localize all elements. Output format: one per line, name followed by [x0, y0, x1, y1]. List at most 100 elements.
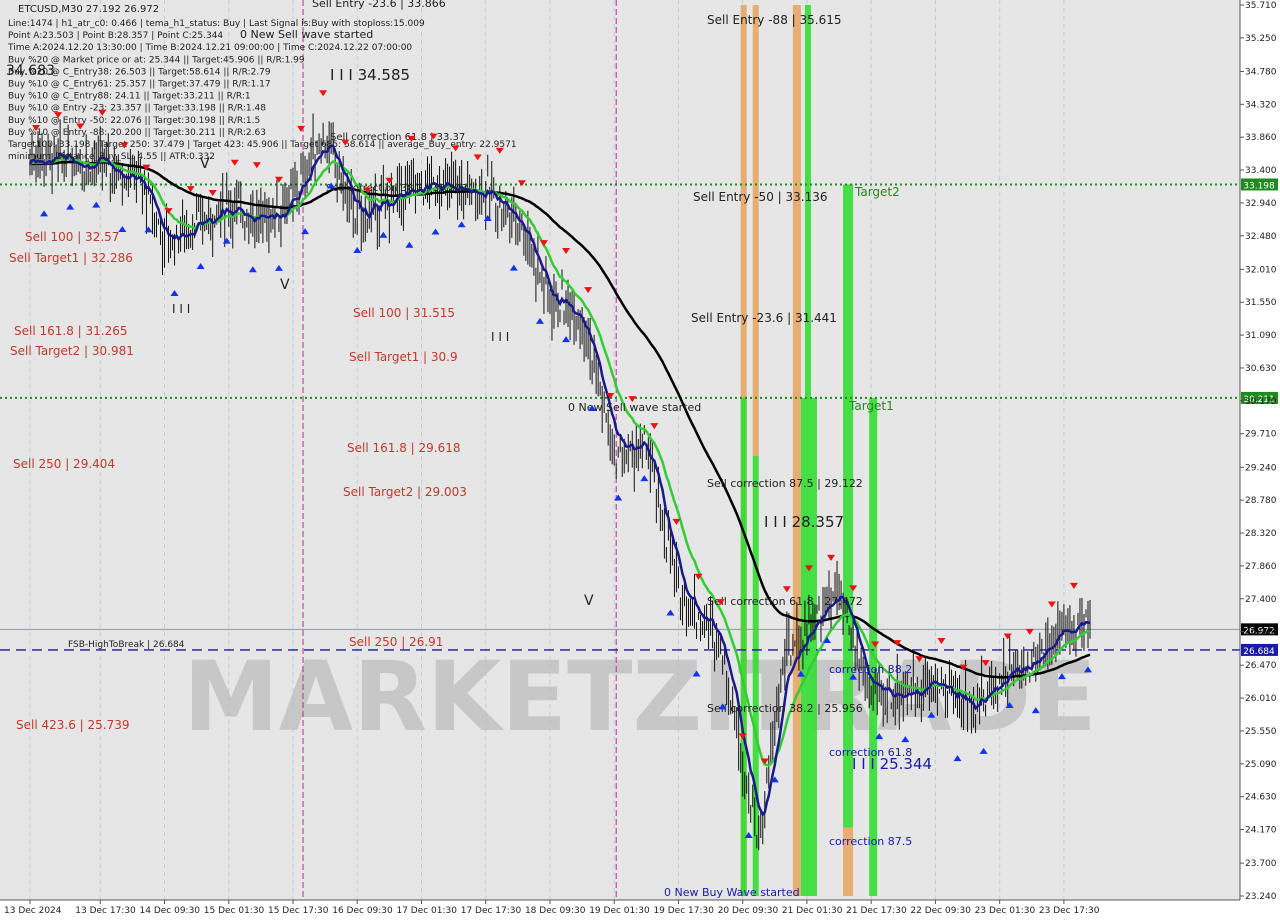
fsb-line-text: FSB-HighToBreak | 26.684 [68, 640, 185, 650]
y-tick-label: 26.940 [1245, 628, 1277, 638]
y-tick-label: 25.550 [1245, 727, 1277, 737]
sell-level-left: Sell 250 | 29.404 [13, 457, 115, 471]
wave-annotation: V [280, 277, 290, 293]
x-tick-label: 13 Dec 17:30 [75, 906, 136, 916]
zone-green [740, 397, 747, 896]
y-tick-label: 31.090 [1245, 331, 1277, 341]
x-tick-label: 13 Dec 2024 [4, 906, 62, 916]
info-line: Target100: 33.198 | Target 250: 37.479 |… [7, 140, 517, 150]
target-label: Target2 [854, 185, 900, 199]
info-line: Buy %20 @ C_Entry38: 26.503 || Target:58… [8, 67, 271, 77]
wave-annotation: Sell Entry -23.6 | 31.441 [691, 311, 837, 325]
y-tick-label: 25.090 [1245, 760, 1277, 770]
y-tick-label: 23.700 [1245, 859, 1277, 869]
price-chart[interactable]: MARKETZITRADE33.19830.21126.684FSB-HighT… [0, 0, 1280, 920]
sell-level-mid: Sell 100 | 31.515 [353, 306, 455, 320]
info-line: Buy %10 @ Entry -88: 20.200 || Target:30… [8, 128, 266, 138]
zone-green [869, 397, 878, 896]
target-label: Target1 [848, 399, 894, 413]
zone-green [752, 455, 759, 896]
y-tick-label: 35.250 [1245, 34, 1277, 44]
y-tick-label: 24.170 [1245, 826, 1277, 836]
y-tick-label: 33.860 [1245, 133, 1277, 143]
x-tick-label: 14 Dec 09:30 [140, 906, 201, 916]
wave-annotation: 0 New Sell wave started [568, 401, 701, 414]
x-tick-label: 21 Dec 01:30 [782, 906, 843, 916]
buy-annotation: I I I 25.344 [852, 755, 932, 773]
y-tick-label: 35.710 [1245, 1, 1277, 11]
wave-annotation: Sell correction 38.2 | 33.243 [326, 183, 468, 194]
zone-orange [792, 5, 801, 896]
wave-annotation: I I I [172, 302, 190, 316]
buy-annotation: correction 38.2 [829, 663, 912, 676]
buy-annotation: 0 New Buy Wave started [664, 886, 800, 899]
y-tick-label: 26.470 [1245, 661, 1277, 671]
symbol-header: ETCUSD,M30 27.192 26.972 [18, 4, 159, 15]
y-tick-label: 29.710 [1245, 430, 1277, 440]
info-line: Point A:23.503 | Point B:28.357 | Point … [8, 31, 223, 41]
x-tick-label: 16 Dec 09:30 [332, 906, 393, 916]
sell-level-mid: Sell 250 | 26.91 [349, 635, 443, 649]
y-tick-label: 28.780 [1245, 496, 1277, 506]
zone-orange [752, 5, 759, 456]
y-tick-label: 27.860 [1245, 562, 1277, 572]
y-tick-label: 32.010 [1245, 265, 1277, 275]
chart-root: MARKETZITRADE 33.198 30.211 26.684 FSB-HighT… [0, 0, 1280, 920]
wave-annotation: I I I 28.357 [764, 513, 844, 531]
wave-annotation: Sell Entry -23.6 | 33.866 [312, 0, 446, 10]
sell-level-mid: Sell Target1 | 30.9 [349, 350, 458, 364]
wave-annotation: V [584, 593, 594, 609]
sell-level-left: Sell 423.6 | 25.739 [16, 718, 130, 732]
info-line: Buy %20 @ Market price or at: 25.344 || … [8, 55, 305, 65]
x-tick-label: 15 Dec 17:30 [268, 906, 329, 916]
x-tick-label: 17 Dec 17:30 [461, 906, 522, 916]
info-line: minimum_Distance_Buy_SL: 4.55 || ATR:0.3… [8, 152, 215, 162]
sell-level-left: Sell Target1 | 32.286 [9, 251, 133, 265]
info-line: Line:1474 | h1_atr_c0: 0.466 | tema_h1_s… [8, 19, 425, 29]
x-tick-label: 23 Dec 01:30 [975, 906, 1036, 916]
fsb-line-price-label: 26.684 [1243, 647, 1275, 657]
info-line: Buy %10 @ C_Entry88: 24.11 || Target:33.… [8, 92, 251, 102]
y-tick-label: 24.630 [1245, 793, 1277, 803]
y-tick-label: 33.400 [1245, 166, 1277, 176]
y-tick-label: 30.170 [1245, 397, 1277, 407]
y-tick-label: 26.010 [1245, 694, 1277, 704]
wave-annotation: Sell correction 38.2 | 25.956 [707, 702, 863, 715]
x-tick-label: 20 Dec 09:30 [718, 906, 779, 916]
y-tick-label: 31.550 [1245, 298, 1277, 308]
sell-level-left: Sell 100 | 32.57 [25, 230, 119, 244]
y-tick-label: 29.240 [1245, 463, 1277, 473]
zone-green [843, 184, 854, 828]
info-line: Buy %10 @ Entry -23: 23.357 || Target:33… [8, 104, 266, 114]
y-tick-label: 32.940 [1245, 199, 1277, 209]
x-tick-label: 17 Dec 01:30 [396, 906, 457, 916]
sell-level-left: Sell Target2 | 30.981 [10, 344, 134, 358]
info-line: Time A:2024.12.20 13:30:00 | Time B:2024… [7, 43, 412, 53]
wave-annotation: Sell correction 87.5 | 29.122 [707, 477, 863, 490]
y-tick-label: 34.780 [1245, 67, 1277, 77]
info-line: Buy %10 @ Entry -50: 22.076 || Target:30… [8, 116, 260, 126]
wave-annotation: Sell Entry -50 | 33.136 [693, 190, 827, 204]
y-tick-label: 32.480 [1245, 232, 1277, 242]
wave-annotation: 0 New Sell wave started [240, 28, 373, 41]
y-tick-label: 30.630 [1245, 364, 1277, 374]
wave-annotation: Sell Entry -88 | 35.615 [707, 13, 841, 27]
wave-annotation: I I I [491, 330, 509, 344]
x-tick-label: 22 Dec 09:30 [910, 906, 971, 916]
y-tick-label: 23.240 [1245, 892, 1277, 902]
y-tick-label: 28.320 [1245, 529, 1277, 539]
wave-annotation: Sell correction 61.8 | 27.472 [707, 595, 863, 608]
sell-level-mid: Sell Target2 | 29.003 [343, 485, 467, 499]
y-tick-label: 27.400 [1245, 595, 1277, 605]
x-tick-label: 23 Dec 17:30 [1039, 906, 1100, 916]
wave-annotation: I I I 34.585 [330, 66, 410, 84]
y-tick-label: 34.320 [1245, 100, 1277, 110]
x-tick-label: 19 Dec 01:30 [589, 906, 650, 916]
x-tick-label: 18 Dec 09:30 [525, 906, 586, 916]
buy-annotation: correction 87.5 [829, 835, 912, 848]
info-line: Buy %10 @ C_Entry61: 25.357 || Target:37… [8, 80, 271, 90]
sell-level-mid: Sell 161.8 | 29.618 [347, 441, 461, 455]
sell-level-left: Sell 161.8 | 31.265 [14, 324, 128, 338]
x-tick-label: 15 Dec 01:30 [204, 906, 265, 916]
target-line-33-price-label: 33.198 [1243, 181, 1275, 191]
